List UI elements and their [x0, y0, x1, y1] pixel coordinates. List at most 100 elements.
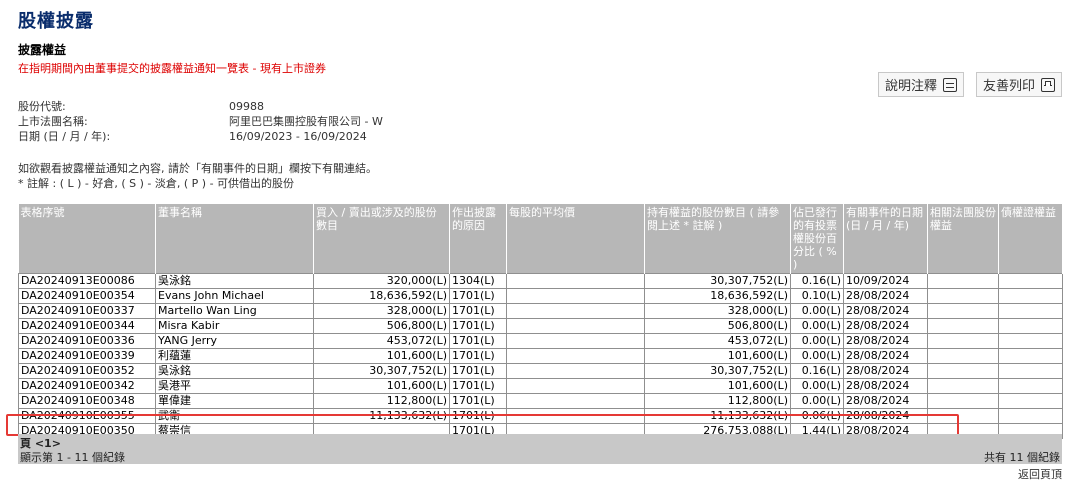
table-head: 表格序號 董事名稱 買入 / 賣出或涉及的股份數目 作出披露的原因 每股的平均價… — [18, 204, 1063, 274]
header-avg-price: 每股的平均價 — [506, 204, 645, 274]
cell-debentures — [998, 333, 1063, 349]
cell-avg-price — [506, 318, 645, 334]
cell-form-no: DA20240910E00352 — [18, 363, 156, 379]
cell-avg-price — [506, 378, 645, 394]
cell-shares-involved: 101,600(L) — [313, 348, 450, 364]
cell-percent: 0.00(L) — [790, 303, 844, 319]
cell-event-date[interactable]: 28/08/2024 — [843, 303, 928, 319]
back-to-top-link[interactable]: 返回頁頂 — [1018, 466, 1062, 482]
cell-shares-held: 11,133,632(L) — [644, 408, 791, 424]
cell-shares-involved: 112,800(L) — [313, 393, 450, 409]
cell-debentures — [998, 273, 1063, 289]
stock-code-label: 股份代號: — [18, 100, 66, 113]
cell-percent: 0.00(L) — [790, 393, 844, 409]
note-icon — [942, 77, 957, 92]
cell-avg-price — [506, 348, 645, 364]
disclosure-table-wrap: 表格序號 董事名稱 買入 / 賣出或涉及的股份數目 作出披露的原因 每股的平均價… — [18, 204, 1063, 439]
cell-associated — [927, 288, 999, 304]
cell-associated — [927, 378, 999, 394]
cell-shares-held: 101,600(L) — [644, 348, 791, 364]
cell-percent: 0.06(L) — [790, 408, 844, 424]
cell-reason: 1701(L) — [449, 408, 507, 424]
date-value: 16/09/2023 - 16/09/2024 — [229, 130, 367, 143]
cell-event-date[interactable]: 28/08/2024 — [843, 288, 928, 304]
cell-reason: 1701(L) — [449, 318, 507, 334]
explain-label: 說明注釋 — [884, 79, 937, 94]
cell-associated — [927, 408, 999, 424]
cell-reason: 1304(L) — [449, 273, 507, 289]
cell-reason: 1701(L) — [449, 393, 507, 409]
cell-shares-involved: 506,800(L) — [313, 318, 450, 334]
cell-event-date[interactable]: 10/09/2024 — [843, 273, 928, 289]
cell-shares-held: 30,307,752(L) — [644, 273, 791, 289]
date-row: 日期 (日 / 月 / 年): 16/09/2023 - 16/09/2024 — [18, 129, 538, 144]
page-title: 股權披露 — [18, 11, 94, 32]
cell-debentures — [998, 408, 1063, 424]
cell-director: Evans John Michael — [155, 288, 314, 304]
cell-avg-price — [506, 393, 645, 409]
cell-percent: 0.16(L) — [790, 363, 844, 379]
notes: 如欲觀看披露權益通知之內容, 請於「有關事件的日期」欄按下有關連結。 * 註解 … — [18, 161, 377, 191]
header-form-no: 表格序號 — [18, 204, 156, 274]
cell-debentures — [998, 348, 1063, 364]
cell-shares-involved: 18,636,592(L) — [313, 288, 450, 304]
table-row: DA20240910E00354 Evans John Michael 18,636… — [18, 288, 1063, 304]
explain-button[interactable]: 說明注釋 — [877, 72, 964, 97]
cell-shares-held: 453,072(L) — [644, 333, 791, 349]
cell-associated — [927, 318, 999, 334]
cell-event-date[interactable]: 28/08/2024 — [843, 333, 928, 349]
cell-reason: 1701(L) — [449, 363, 507, 379]
cell-event-date[interactable]: 28/08/2024 — [843, 378, 928, 394]
notes-line-2: * 註解 : ( L ) - 好倉, ( S ) - 淡倉, ( P ) - 可… — [18, 177, 295, 190]
print-button[interactable]: 友善列印 — [975, 72, 1062, 97]
stock-info: 股份代號: 09988 上市法團名稱: 阿里巴巴集團控股有限公司 - W 日期 … — [18, 99, 538, 144]
cell-associated — [927, 363, 999, 379]
cell-event-date[interactable]: 28/08/2024 — [843, 348, 928, 364]
cell-percent: 0.00(L) — [790, 348, 844, 364]
cell-avg-price — [506, 273, 645, 289]
header-shares-involved: 買入 / 賣出或涉及的股份數目 — [313, 204, 450, 274]
cell-form-no: DA20240913E00086 — [18, 273, 156, 289]
table-row: DA20240910E00352 吳泳銘 30,307,752(L) 1701(L) 3… — [18, 363, 1063, 379]
cell-debentures — [998, 318, 1063, 334]
stock-code-row: 股份代號: 09988 — [18, 99, 538, 114]
cell-percent: 0.00(L) — [790, 333, 844, 349]
cell-avg-price — [506, 288, 645, 304]
disclosure-page: 股權披露 披露權益 在指明期間內由董事提交的披露權益通知一覽表 - 現有上市證券… — [0, 0, 1080, 488]
cell-event-date[interactable]: 28/08/2024 — [843, 393, 928, 409]
cell-form-no: DA20240910E00348 — [18, 393, 156, 409]
cell-shares-held: 328,000(L) — [644, 303, 791, 319]
cell-form-no: DA20240910E00337 — [18, 303, 156, 319]
cell-associated — [927, 348, 999, 364]
cell-event-date[interactable]: 28/08/2024 — [843, 318, 928, 334]
cell-director: 吳泳銘 — [155, 273, 314, 289]
cell-shares-held: 112,800(L) — [644, 393, 791, 409]
table-row: DA20240910E00339 利蘊蓮 101,600(L) 1701(L) 101,… — [18, 348, 1063, 364]
cell-debentures — [998, 393, 1063, 409]
cell-associated — [927, 333, 999, 349]
table-row: DA20240913E00086 吳泳銘 320,000(L) 1304(L) 30,3… — [18, 273, 1063, 289]
cell-debentures — [998, 288, 1063, 304]
section-subtitle: 在指明期間內由董事提交的披露權益通知一覽表 - 現有上市證券 — [18, 62, 326, 75]
cell-reason: 1701(L) — [449, 288, 507, 304]
header-director: 董事名稱 — [155, 204, 314, 274]
cell-percent: 0.00(L) — [790, 318, 844, 334]
cell-director: 利蘊蓮 — [155, 348, 314, 364]
cell-associated — [927, 393, 999, 409]
date-label: 日期 (日 / 月 / 年): — [18, 130, 111, 143]
cell-director: 武衛 — [155, 408, 314, 424]
section-title: 披露權益 — [18, 43, 67, 57]
cell-shares-held: 18,636,592(L) — [644, 288, 791, 304]
cell-director: 吳港平 — [155, 378, 314, 394]
header-shares-held: 持有權益的股份數目 ( 請參閱上述 * 註解 ) — [644, 204, 791, 274]
stock-code-value: 09988 — [229, 100, 264, 113]
company-row: 上市法團名稱: 阿里巴巴集團控股有限公司 - W — [18, 114, 538, 129]
cell-director: YANG Jerry — [155, 333, 314, 349]
cell-shares-involved: 30,307,752(L) — [313, 363, 450, 379]
cell-percent: 0.16(L) — [790, 273, 844, 289]
cell-director: Martello Wan Ling — [155, 303, 314, 319]
cell-event-date[interactable]: 28/08/2024 — [843, 408, 928, 424]
cell-shares-involved: 328,000(L) — [313, 303, 450, 319]
cell-event-date[interactable]: 28/08/2024 — [843, 363, 928, 379]
cell-shares-involved: 453,072(L) — [313, 333, 450, 349]
